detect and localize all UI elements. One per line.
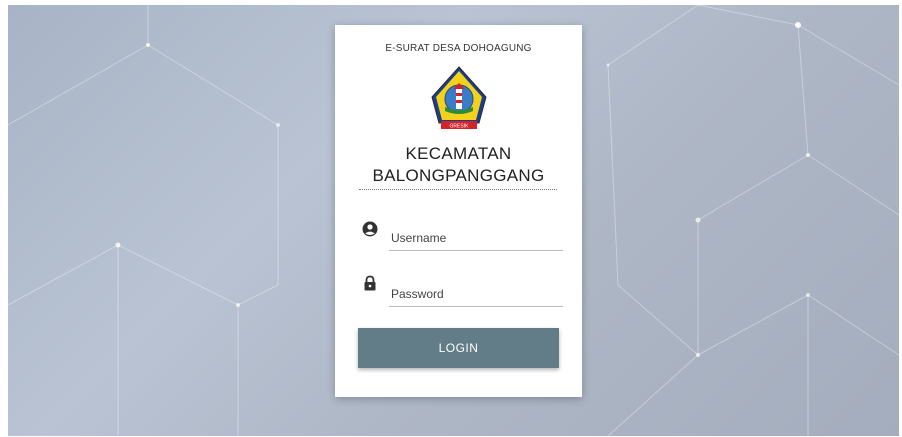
organization-line-2: BALONGPANGGANG bbox=[372, 166, 545, 185]
username-input[interactable] bbox=[389, 226, 563, 251]
divider bbox=[359, 189, 557, 190]
logo-banner-text: GRESIK bbox=[450, 124, 470, 130]
user-circle-icon bbox=[362, 221, 378, 237]
organization-line-1: KECAMATAN bbox=[405, 144, 512, 163]
password-input[interactable] bbox=[389, 282, 563, 307]
login-button[interactable]: LOGIN bbox=[358, 328, 559, 368]
login-card: E-SURAT DESA DOHOAGUNG GRESIK KECAMATAN … bbox=[335, 25, 582, 397]
app-title: E-SURAT DESA DOHOAGUNG bbox=[385, 43, 532, 54]
organization-name: KECAMATAN BALONGPANGGANG bbox=[335, 143, 582, 187]
lock-icon bbox=[364, 275, 376, 291]
gresik-emblem-logo: GRESIK bbox=[431, 66, 487, 130]
